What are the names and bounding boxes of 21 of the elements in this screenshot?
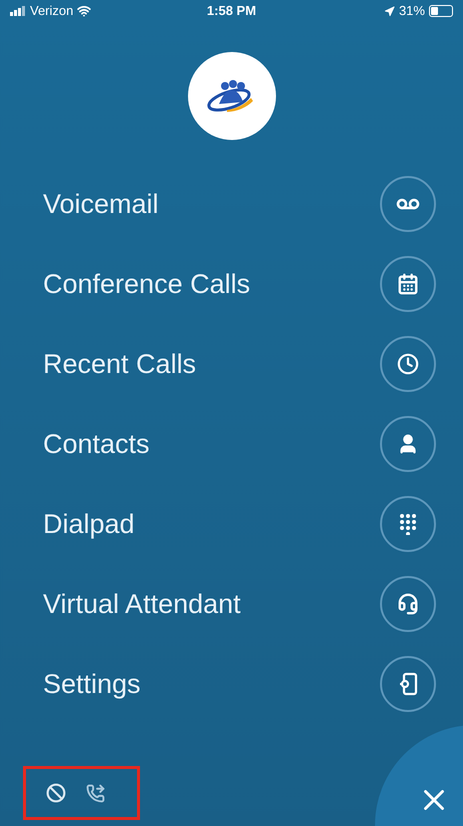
phone-gear-icon <box>397 672 419 696</box>
carrier-name: Verizon <box>30 2 74 20</box>
menu-item[interactable]: Conference Calls <box>43 257 436 311</box>
location-icon <box>384 6 395 16</box>
status-time: 1:58 PM <box>206 2 256 20</box>
calendar-icon <box>397 273 419 295</box>
block-icon[interactable] <box>46 783 66 803</box>
clock-icon <box>397 353 419 375</box>
battery-icon <box>428 5 453 17</box>
menu-item[interactable]: Contacts <box>43 417 436 471</box>
menu-item[interactable]: Voicemail <box>43 177 436 231</box>
menu-item[interactable]: Settings <box>43 657 436 711</box>
dialpad-icon <box>398 513 418 535</box>
call-forward-icon[interactable] <box>86 784 105 802</box>
signal-icon <box>10 6 26 16</box>
headset-icon <box>397 593 419 615</box>
wifi-icon <box>77 4 92 18</box>
battery-percent: 31% <box>398 2 425 20</box>
menu-item[interactable]: Dialpad <box>43 497 436 551</box>
menu-item[interactable]: Recent Calls <box>43 337 436 391</box>
menu-item[interactable]: Virtual Attendant <box>43 577 436 631</box>
